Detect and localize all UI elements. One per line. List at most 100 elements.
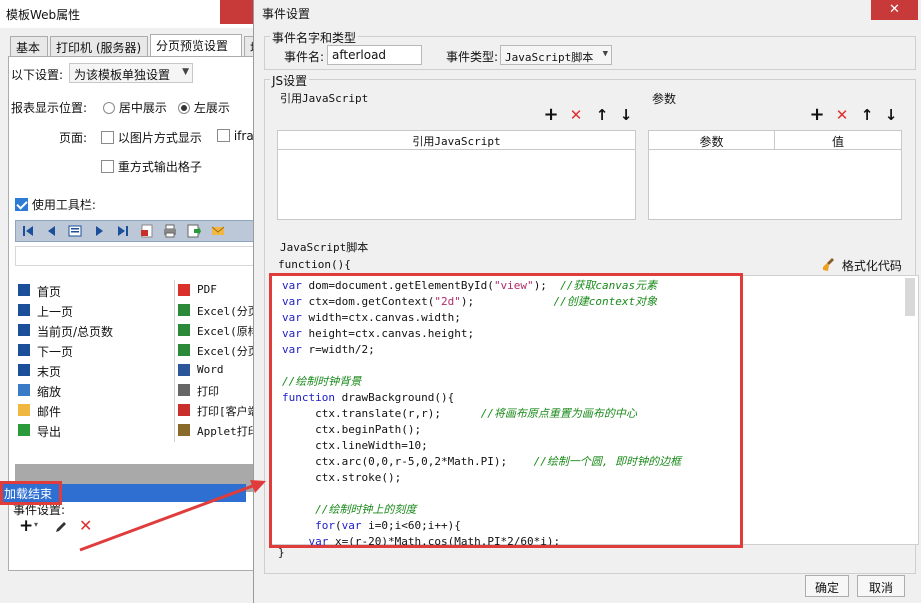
ok-button[interactable]: 确定 (805, 575, 849, 597)
toolbar-option[interactable]: 当前页/总页数 (15, 320, 173, 340)
checkbox-iframe[interactable]: ifra (217, 129, 254, 143)
dialog-title: 事件设置 (262, 7, 311, 21)
page-label: 页面: (59, 131, 88, 145)
delete-event-icon[interactable]: ✕ (79, 516, 92, 535)
toolbar-option[interactable]: Word (175, 360, 255, 380)
checkbox-image-mode[interactable]: 以图片方式显示 (101, 129, 202, 146)
toolbar-option[interactable]: Applet打印 (175, 420, 255, 440)
excel-icon (178, 304, 190, 316)
event-type-value: JavaScript脚本 (505, 51, 594, 64)
toolbar-option[interactable]: 打印 (175, 380, 255, 400)
cancel-button[interactable]: 取消 (857, 575, 905, 597)
edit-pencil-icon[interactable] (53, 519, 69, 535)
editor-scrollbar-thumb[interactable] (905, 278, 915, 316)
format-code-label: 格式化代码 (841, 259, 902, 273)
excel-icon (178, 344, 190, 356)
next-page-icon[interactable] (92, 224, 106, 238)
export-icon (18, 424, 30, 436)
use-toolbar-label: 使用工具栏: (31, 198, 96, 212)
following-settings-value: 为该模板单独设置 (74, 68, 171, 82)
script-label: JavaScript脚本 (278, 239, 371, 255)
tab-page-preview-settings[interactable]: 分页预览设置 (150, 34, 242, 57)
toolbar-option[interactable]: 上一页 (15, 300, 173, 320)
radio-left[interactable]: 左展示 (178, 99, 230, 116)
applet-print-icon (178, 424, 190, 436)
radio-center-indicator[interactable] (103, 102, 115, 114)
toolbar-blank-row (15, 246, 255, 266)
toolbar-option[interactable]: 缩放 (15, 380, 173, 400)
print-icon (178, 384, 190, 396)
tab-printer-server[interactable]: 打印机 (服务器) (50, 36, 148, 56)
page-count-icon[interactable] (68, 224, 82, 238)
toolbar-option[interactable]: Excel(原样 (175, 320, 255, 340)
param-label: 参数 (650, 90, 679, 107)
delete-param-icon[interactable]: ✕ (834, 107, 850, 123)
toolbar-option-label: 首页 (37, 285, 62, 299)
checkbox-iframe-label: ifra (233, 129, 254, 143)
event-name-label: 事件名: (284, 50, 325, 64)
excel-icon (178, 324, 190, 336)
chevron-down-icon[interactable]: ▾ (34, 520, 38, 529)
following-settings-label: 以下设置: (11, 68, 64, 82)
toolbar-preview (15, 220, 255, 242)
toolbar-option[interactable]: 下一页 (15, 340, 173, 360)
last-page-icon[interactable] (116, 224, 130, 238)
delete-ref-js-icon[interactable]: ✕ (568, 107, 584, 123)
event-type-label: 事件类型: (446, 50, 499, 64)
mail-icon[interactable] (211, 224, 225, 238)
use-toolbar-box[interactable] (15, 198, 28, 211)
report-position-label: 报表显示位置: (11, 101, 88, 115)
toolbar-option[interactable]: 邮件 (15, 400, 173, 420)
move-up-param-icon[interactable]: ↑ (859, 107, 875, 123)
function-header: function(){ (278, 258, 351, 271)
add-event-icon[interactable]: + (19, 516, 33, 536)
toolbar-option-label: 下一页 (37, 345, 74, 359)
template-web-properties-window: 模板Web属性 基本 打印机 (服务器) 分页预览设置 填 以下设置: 为该模板… (0, 0, 264, 603)
add-param-icon[interactable]: + (809, 106, 825, 124)
checkbox-image-mode-label: 以图片方式显示 (117, 131, 202, 145)
first-page-icon[interactable] (21, 224, 35, 238)
radio-center[interactable]: 居中展示 (103, 99, 167, 116)
toolbar-option[interactable]: 打印[客户端 (175, 400, 255, 420)
checkbox-output-cells[interactable]: 重方式输出格子 (101, 158, 202, 175)
param-table-body[interactable] (648, 150, 902, 220)
dialog-close-button[interactable]: ✕ (871, 0, 918, 20)
ref-js-table-header: 引用JavaScript (277, 130, 636, 150)
toolbar-option-label: 末页 (37, 365, 62, 379)
event-type-select[interactable]: JavaScript脚本 ▼ (500, 45, 612, 65)
checkbox-image-mode-box[interactable] (101, 131, 114, 144)
toolbar-option[interactable]: 首页 (15, 280, 173, 300)
move-down-ref-js-icon[interactable]: ↓ (618, 107, 634, 123)
code-highlight-box (269, 273, 743, 548)
chevron-down-icon: ▼ (182, 67, 189, 77)
tab-basic[interactable]: 基本 (10, 36, 48, 56)
add-ref-js-icon[interactable]: + (543, 106, 559, 124)
prev-page-icon (18, 304, 30, 316)
page-count-icon (18, 324, 30, 336)
chevron-down-icon: ▼ (602, 49, 608, 59)
format-code-button[interactable]: 格式化代码 (822, 257, 902, 274)
checkbox-output-cells-box[interactable] (101, 160, 114, 173)
checkbox-iframe-box[interactable] (217, 129, 230, 142)
ref-js-table-body[interactable] (277, 150, 636, 220)
ref-js-column-header: 引用JavaScript (412, 135, 501, 148)
move-down-param-icon[interactable]: ↓ (883, 107, 899, 123)
export-icon[interactable] (187, 224, 201, 238)
param-table-header: 参数 值 (648, 130, 902, 150)
radio-left-label: 左展示 (193, 101, 230, 115)
radio-left-indicator[interactable] (178, 102, 190, 114)
client-print-icon[interactable] (140, 224, 154, 238)
use-toolbar-checkbox[interactable]: 使用工具栏: (15, 196, 96, 213)
ref-js-label: 引用JavaScript (278, 90, 371, 106)
toolbar-option[interactable]: 末页 (15, 360, 173, 380)
toolbar-option[interactable]: Excel(分页 (175, 300, 255, 320)
toolbar-option[interactable]: PDF (175, 280, 255, 300)
move-up-ref-js-icon[interactable]: ↑ (594, 107, 610, 123)
event-name-input[interactable]: afterload (327, 45, 422, 65)
following-settings-select[interactable]: 为该模板单独设置 ▼ (69, 63, 193, 83)
prev-page-icon[interactable] (45, 224, 59, 238)
toolbar-option[interactable]: Excel(分页 (175, 340, 255, 360)
toolbar-option-label: Excel(分页 (197, 345, 255, 358)
print-icon[interactable] (163, 224, 177, 238)
toolbar-option[interactable]: 导出 (15, 420, 173, 440)
